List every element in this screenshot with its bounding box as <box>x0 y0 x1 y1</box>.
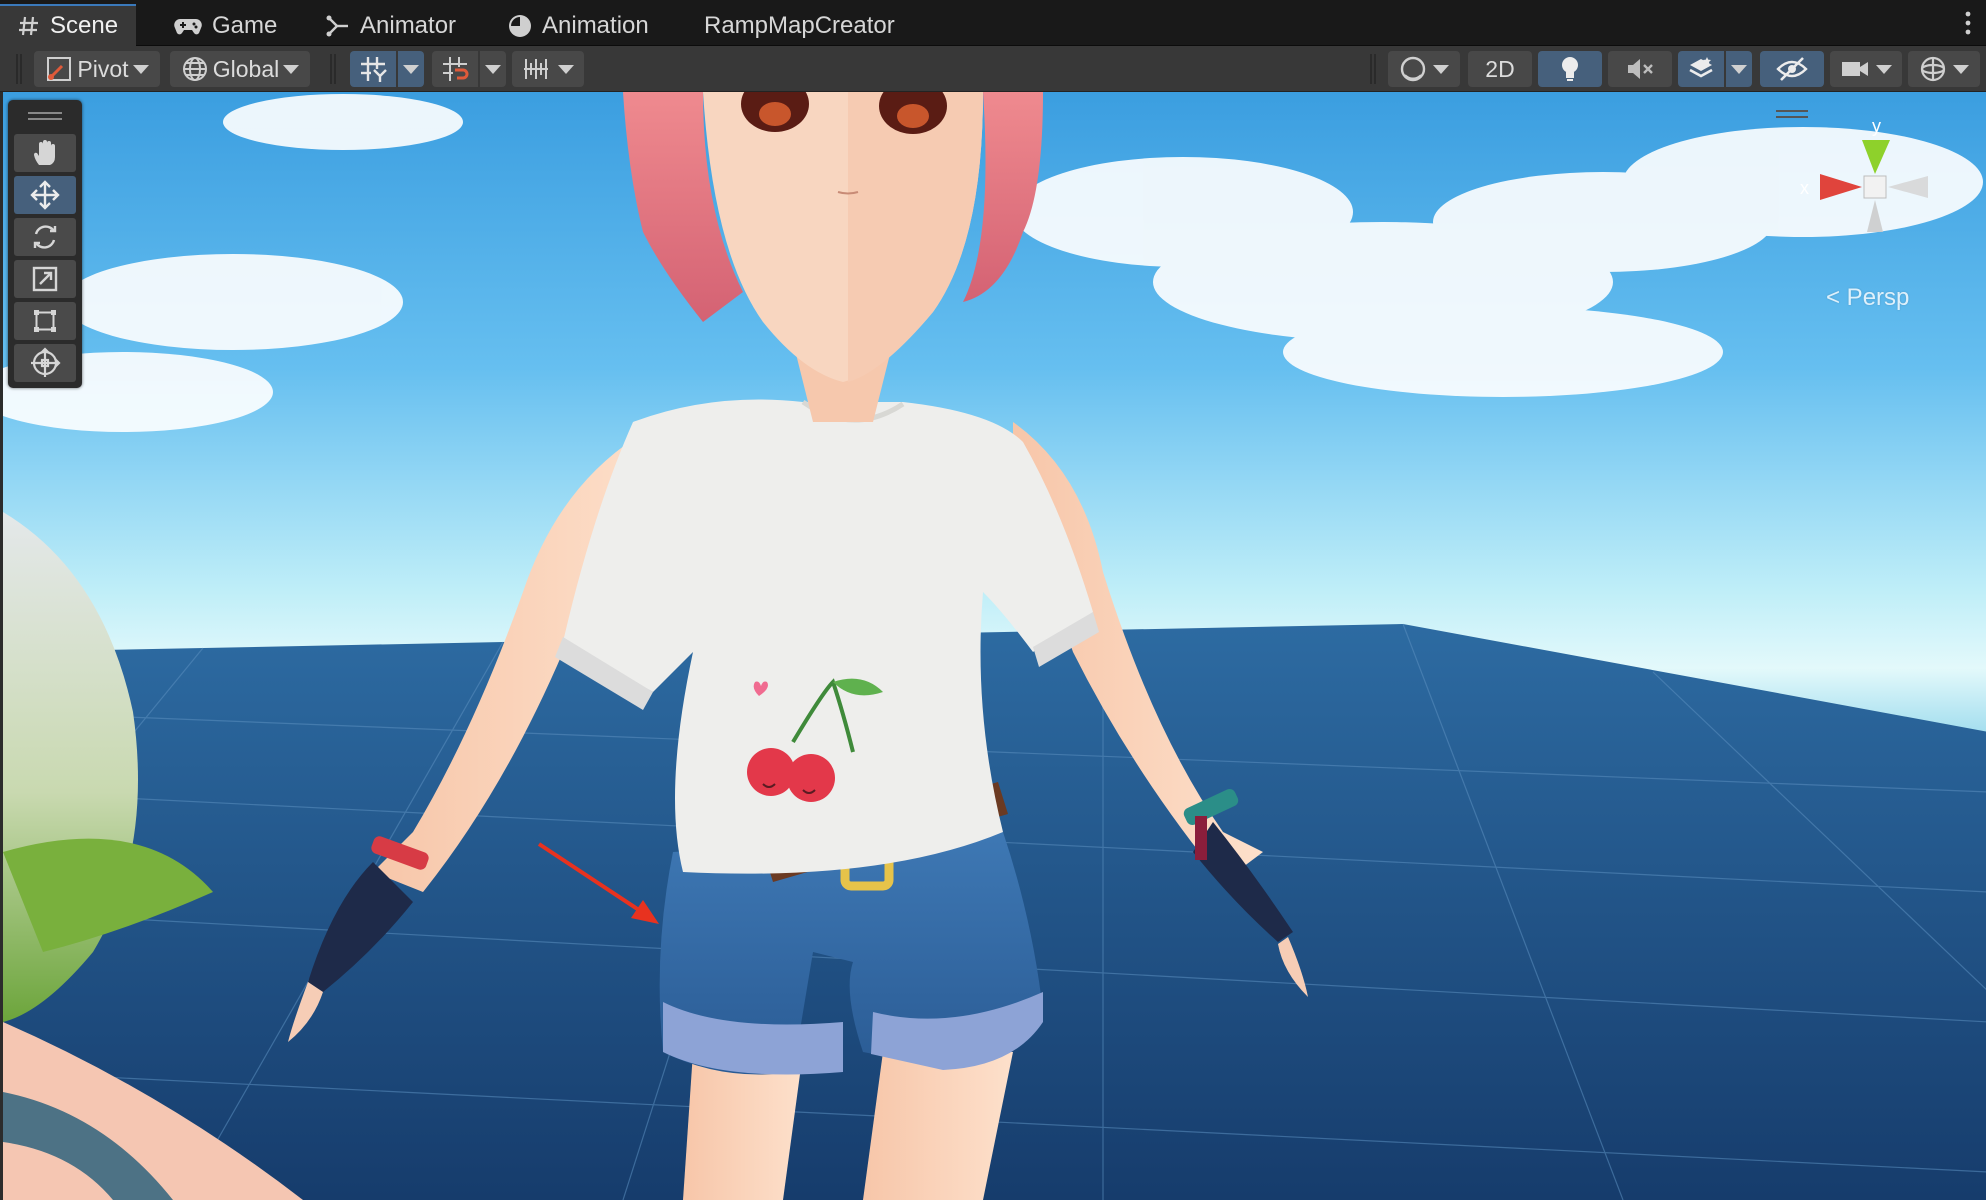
grid-snap-toggle[interactable] <box>350 51 396 87</box>
scale-icon <box>32 266 58 292</box>
tab-animator-label: Animator <box>360 12 457 39</box>
clock-icon <box>509 15 531 37</box>
effects-dropdown[interactable] <box>1726 51 1752 87</box>
ruler-icon <box>524 59 548 79</box>
pivot-icon <box>47 57 72 81</box>
tab-animation[interactable]: Animation <box>490 6 667 46</box>
tab-game[interactable]: Game <box>156 6 295 46</box>
rotate-tool[interactable] <box>14 218 76 256</box>
move-tool[interactable] <box>14 176 76 214</box>
tab-animation-label: Animation <box>542 12 649 39</box>
rect-icon <box>34 310 56 332</box>
transform-icon <box>31 347 61 377</box>
audio-toggle[interactable] <box>1608 51 1672 87</box>
tab-rampmapcreator[interactable]: RampMapCreator <box>686 6 913 46</box>
axis-gizmo-icon: y x <box>1800 116 1928 232</box>
chevron-down-icon <box>1953 64 1969 74</box>
camera-settings-dropdown[interactable] <box>1830 51 1902 87</box>
chevron-down-icon <box>558 64 574 74</box>
effects-toggle[interactable] <box>1678 51 1724 87</box>
scene-visibility-toggle[interactable] <box>1760 51 1824 87</box>
lighting-toggle[interactable] <box>1538 51 1602 87</box>
scene-toolbar: Pivot Global 2D <box>0 46 1986 92</box>
tab-scene-label: Scene <box>50 12 119 39</box>
globe-icon <box>182 57 207 81</box>
increment-snap-toggle[interactable] <box>432 51 478 87</box>
chevron-down-icon <box>1433 64 1449 74</box>
mode-2d-label: 2D <box>1485 55 1515 82</box>
transform-tools-panel <box>8 100 82 388</box>
toolbar-grip[interactable] <box>1370 54 1376 84</box>
increment-snap-icon <box>443 57 469 81</box>
increment-snap-dropdown[interactable] <box>480 51 506 87</box>
gizmos-dropdown[interactable] <box>1908 51 1980 87</box>
pivot-label: Pivot <box>77 55 129 82</box>
editor-tab-bar: Scene Game Animator Animation RampMapCre… <box>0 0 1986 46</box>
eye-hidden-icon <box>1776 57 1808 81</box>
panel-drag-handle[interactable] <box>28 112 62 120</box>
hash-icon <box>19 16 38 36</box>
scene-viewport[interactable] <box>0 92 1986 1200</box>
grid-snap-dropdown[interactable] <box>398 51 424 87</box>
ruler-snap-dropdown[interactable] <box>512 51 584 87</box>
gamepad-icon <box>174 19 202 35</box>
rect-tool[interactable] <box>14 302 76 340</box>
global-dropdown[interactable]: Global <box>170 51 310 87</box>
toolbar-grip[interactable] <box>16 54 22 84</box>
global-label: Global <box>212 55 280 82</box>
audio-mute-icon <box>1628 59 1653 79</box>
chevron-down-icon <box>403 64 419 74</box>
grid-snap-icon <box>361 57 387 82</box>
gizmo-x-label: x <box>1800 178 1809 198</box>
toolbar-grip[interactable] <box>330 54 336 84</box>
move-icon <box>30 180 60 210</box>
effects-layers-icon <box>1689 57 1713 78</box>
animator-icon <box>326 15 348 37</box>
gizmo-y-label: y <box>1872 116 1881 136</box>
transform-tool[interactable] <box>14 344 76 382</box>
scale-tool[interactable] <box>14 260 76 298</box>
more-options-icon[interactable] <box>1964 10 1972 36</box>
chevron-down-icon <box>132 64 149 74</box>
tab-rampmapcreator-label: RampMapCreator <box>704 12 895 39</box>
pivot-dropdown[interactable]: Pivot <box>34 51 160 87</box>
rotate-icon <box>33 225 57 249</box>
lightbulb-icon <box>1562 57 1578 81</box>
gizmo-globe-icon <box>1920 56 1946 82</box>
chevron-down-icon <box>283 64 300 74</box>
tab-game-label: Game <box>212 12 278 39</box>
camera-icon <box>1842 62 1868 76</box>
scene-render <box>3 92 1986 1200</box>
tab-animator[interactable]: Animator <box>308 6 474 46</box>
chevron-down-icon <box>1876 64 1892 74</box>
shading-sphere-icon <box>1400 56 1426 82</box>
chevron-down-icon <box>485 64 501 74</box>
projection-toggle[interactable]: < Persp <box>1826 284 1909 312</box>
shading-mode-dropdown[interactable] <box>1388 51 1460 87</box>
hand-icon <box>34 140 55 165</box>
chevron-down-icon <box>1731 64 1747 74</box>
tab-scene[interactable]: Scene <box>0 4 137 46</box>
orientation-gizmo[interactable]: y x <box>1790 112 1940 262</box>
hand-tool[interactable] <box>14 134 76 172</box>
mode-2d-toggle[interactable]: 2D <box>1468 51 1532 87</box>
